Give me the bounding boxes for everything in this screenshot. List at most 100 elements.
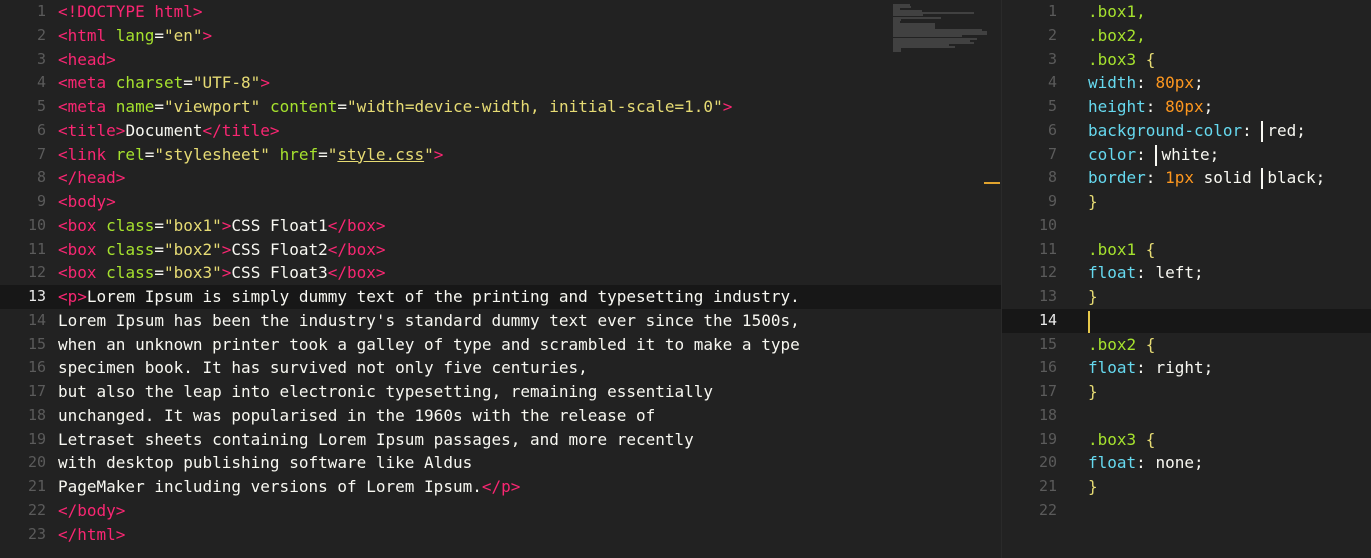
css-line[interactable]: 4 width: 80px;	[1002, 71, 1371, 95]
html-line[interactable]: 5 <meta name="viewport" content="width=de…	[0, 95, 1001, 119]
html-tag: </body>	[58, 500, 126, 520]
html-line[interactable]: 6 <title>Document</title>	[0, 119, 1001, 143]
css-line[interactable]: 9}	[1002, 190, 1371, 214]
code-text: with desktop publishing software like Al…	[58, 451, 472, 475]
minimap[interactable]	[893, 4, 988, 53]
html-line[interactable]: 18 unchanged. It was popularised in the 1…	[0, 404, 1001, 428]
html-line[interactable]: 21 PageMaker including versions of Lorem …	[0, 475, 1001, 499]
css-line[interactable]: 1 .box1,	[1002, 0, 1371, 24]
css-line[interactable]: 3 .box3 {	[1002, 48, 1371, 72]
stylesheet-link[interactable]: style.css	[337, 145, 424, 164]
css-line[interactable]: 8 border: 1px solid black;	[1002, 166, 1371, 190]
html-tag: >	[221, 239, 232, 259]
line-number: 21	[27, 477, 46, 495]
code-text: background-color: red;	[1088, 119, 1306, 144]
code-token: : none;	[1136, 453, 1204, 473]
html-line[interactable]: 11 <box class="box2">CSS Float2</box>	[0, 238, 1001, 262]
code-text: float: left;	[1088, 261, 1204, 285]
line-number: 10	[27, 215, 46, 234]
css-line[interactable]: 16 float: right;	[1002, 356, 1371, 380]
code-text: }	[1088, 475, 1098, 499]
html-line[interactable]: 12 <box class="box3">CSS Float3</box>	[0, 261, 1001, 285]
css-line[interactable]: 14	[1002, 308, 1371, 333]
code-token: :	[1136, 144, 1156, 164]
css-line[interactable]: 15 .box2 {	[1002, 333, 1371, 357]
html-line[interactable]: 10 <box class="box1">CSS Float1</box>	[0, 214, 1001, 238]
scrollbar-marker[interactable]	[984, 182, 1000, 184]
line-number: 11	[27, 239, 46, 258]
html-line[interactable]: 1 <!DOCTYPE html>	[0, 0, 1001, 24]
html-line[interactable]: 17 but also the leap into electronic type…	[0, 380, 1001, 404]
html-tag: >	[260, 73, 270, 93]
html-line[interactable]: 8 </head>	[0, 166, 1001, 190]
line-number: 5	[1047, 97, 1057, 115]
css-line[interactable]: 11 .box1 {	[1002, 238, 1371, 262]
html-tag: >	[722, 97, 733, 116]
minimap-row	[893, 50, 901, 53]
css-line[interactable]: 12 float: left;	[1002, 261, 1371, 285]
color-swatch-icon[interactable]	[1261, 168, 1264, 190]
css-line[interactable]: 2 .box2,	[1002, 24, 1371, 48]
css-line[interactable]: 17}	[1002, 380, 1371, 404]
code-text: <box class="box3">CSS Float3</box>	[58, 261, 386, 285]
css-brace: {	[1145, 334, 1156, 354]
code-text: <box class="box1">CSS Float1</box>	[58, 214, 386, 238]
css-line[interactable]: 6 background-color: red;	[1002, 119, 1371, 143]
css-line[interactable]: 13}	[1002, 285, 1371, 309]
css-line[interactable]: 22	[1002, 499, 1371, 523]
code-token: =	[337, 97, 348, 116]
css-brace: }	[1088, 287, 1098, 306]
html-line[interactable]: 16 specimen book. It has survived not onl…	[0, 356, 1001, 380]
code-token: Letraset sheets containing Lorem Ipsum p…	[58, 429, 694, 449]
css-line[interactable]: 21}	[1002, 475, 1371, 499]
string-literal: "UTF-8"	[192, 73, 261, 93]
line-number: 13	[27, 287, 46, 305]
line-number: 12	[1038, 263, 1057, 282]
code-token: Lorem Ipsum is simply dummy text of the …	[86, 287, 800, 306]
html-line[interactable]: 9 <body>	[0, 190, 1001, 214]
code-token: when an unknown printer took a galley of…	[58, 334, 800, 354]
color-swatch-icon[interactable]	[1155, 144, 1158, 166]
html-line[interactable]: 3 <head>	[0, 48, 1001, 72]
html-line[interactable]: 20 with desktop publishing software like …	[0, 451, 1001, 475]
code-token: =	[154, 97, 164, 116]
code-text: .box2,	[1088, 24, 1146, 48]
css-line[interactable]: 10	[1002, 214, 1371, 238]
html-line[interactable]: 23 </html>	[0, 523, 1001, 547]
css-line[interactable]: 20 float: none;	[1002, 451, 1371, 475]
code-token: red;	[1267, 120, 1306, 140]
html-attribute: name	[115, 97, 155, 116]
line-number: 19	[1038, 429, 1057, 448]
css-editor-pane[interactable]: 1 .box1, 2 .box2, 3 .box3 {4 width: 80px; 5 heig…	[1002, 0, 1371, 558]
html-line[interactable]: 4 <meta charset="UTF-8">	[0, 71, 1001, 95]
html-editor-pane[interactable]: 1 <!DOCTYPE html> 2 <html lang="en"> 3 <head>…	[0, 0, 1002, 558]
html-attribute: content	[269, 97, 338, 116]
code-token: =	[183, 73, 193, 93]
html-line[interactable]: 13 <p>Lorem Ipsum is simply dummy text of…	[0, 285, 1001, 309]
color-swatch-icon[interactable]	[1261, 120, 1264, 142]
html-tag: </html>	[58, 524, 126, 544]
css-line[interactable]: 5 height: 80px;	[1002, 95, 1371, 119]
code-token: unchanged. It was popularised in the 196…	[58, 405, 656, 425]
css-line[interactable]: 7 color: white;	[1002, 143, 1371, 167]
css-line[interactable]: 18	[1002, 404, 1371, 428]
css-line[interactable]: 19 .box3 {	[1002, 428, 1371, 452]
css-property: float	[1088, 358, 1137, 378]
html-attribute: charset	[115, 73, 184, 93]
line-number: 9	[1047, 192, 1057, 210]
html-tag: <head>	[58, 49, 116, 69]
line-number: 17	[27, 382, 46, 400]
code-token: specimen book. It has survived not only …	[58, 358, 588, 378]
html-line[interactable]: 2 <html lang="en">	[0, 24, 1001, 48]
line-number: 18	[27, 405, 46, 424]
html-line[interactable]: 14 Lorem Ipsum has been the industry's st…	[0, 309, 1001, 333]
code-text: but also the leap into electronic typese…	[58, 380, 713, 404]
html-line[interactable]: 7 <link rel="stylesheet" href="style.css"…	[0, 143, 1001, 167]
html-line[interactable]: 22 </body>	[0, 499, 1001, 523]
code-token: =	[154, 215, 164, 235]
html-line[interactable]: 19 Letraset sheets containing Lorem Ipsum…	[0, 428, 1001, 452]
html-line[interactable]: 15 when an unknown printer took a galley …	[0, 333, 1001, 357]
html-attribute: href	[279, 144, 319, 164]
html-tag: </box>	[327, 263, 386, 283]
html-tag: </title>	[202, 120, 280, 140]
